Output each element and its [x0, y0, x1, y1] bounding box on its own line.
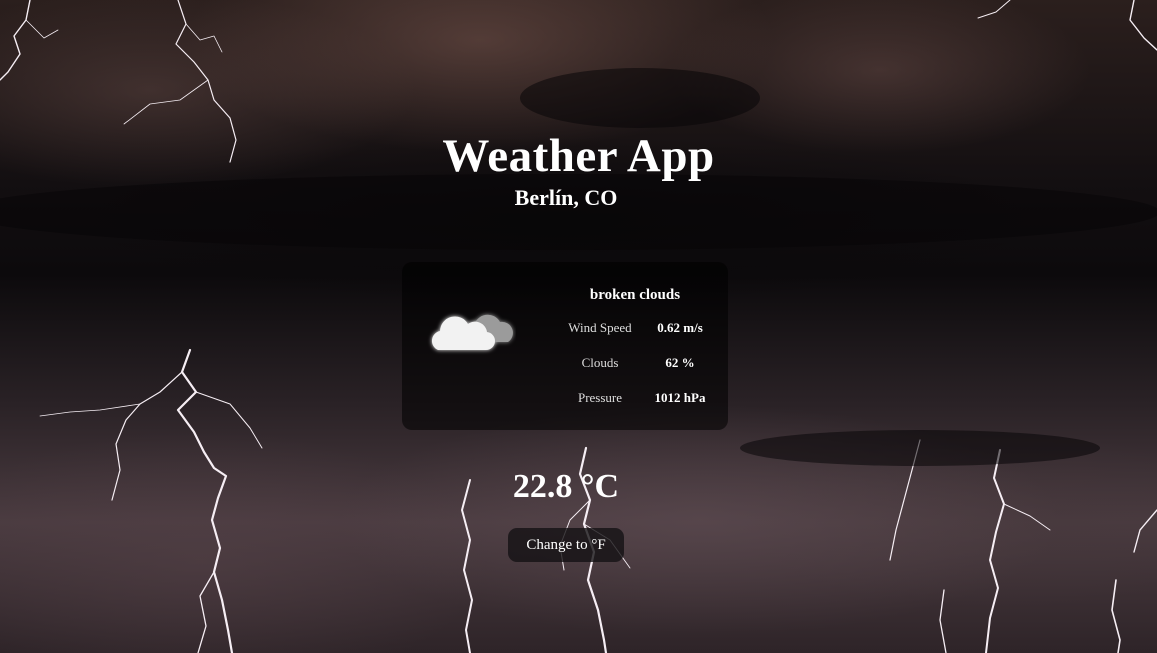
pressure-label: Pressure	[577, 390, 623, 405]
clouds-value: 62 %	[665, 355, 695, 370]
lightning-bolt	[25, 19, 59, 39]
wind-speed-row: Wind Speed 0.62 m/s	[552, 319, 712, 337]
wind-speed-label: Wind Speed	[568, 320, 632, 335]
clouds-label: Clouds	[581, 355, 619, 370]
wind-speed-value: 0.62 m/s	[657, 320, 703, 335]
lightning-bolt	[1111, 579, 1121, 653]
lightning-bolt	[39, 403, 141, 417]
broken-clouds-icon	[431, 314, 513, 350]
change-unit-button[interactable]: Change to °F	[508, 528, 624, 562]
lightning-bolt	[977, 0, 1011, 19]
weather-app: Weather App Berlín, CO broken clouds Win…	[0, 0, 1157, 653]
lightning-bolt	[197, 571, 215, 653]
lightning-bolt	[123, 79, 209, 125]
lightning-bolt	[1133, 509, 1157, 553]
lightning-bolt	[0, 0, 31, 81]
app-title: Weather App	[442, 130, 715, 182]
weather-description: broken clouds	[589, 287, 681, 303]
storm-cloud	[520, 68, 760, 128]
weather-card: broken clouds Wind Speed 0.62 m/s Clouds…	[402, 262, 728, 430]
temperature-display: 22.8 °C	[512, 468, 620, 505]
lightning-bolt	[185, 23, 223, 53]
location-label: Berlín, CO	[514, 185, 618, 210]
lightning-bolt	[939, 589, 947, 653]
lightning-bolt	[1129, 0, 1157, 51]
clouds-row: Clouds 62 %	[552, 354, 712, 372]
pressure-value: 1012 hPa	[654, 390, 706, 405]
lightning-bolt	[195, 391, 263, 449]
pressure-row: Pressure 1012 hPa	[552, 389, 712, 407]
storm-cloud	[740, 430, 1100, 466]
